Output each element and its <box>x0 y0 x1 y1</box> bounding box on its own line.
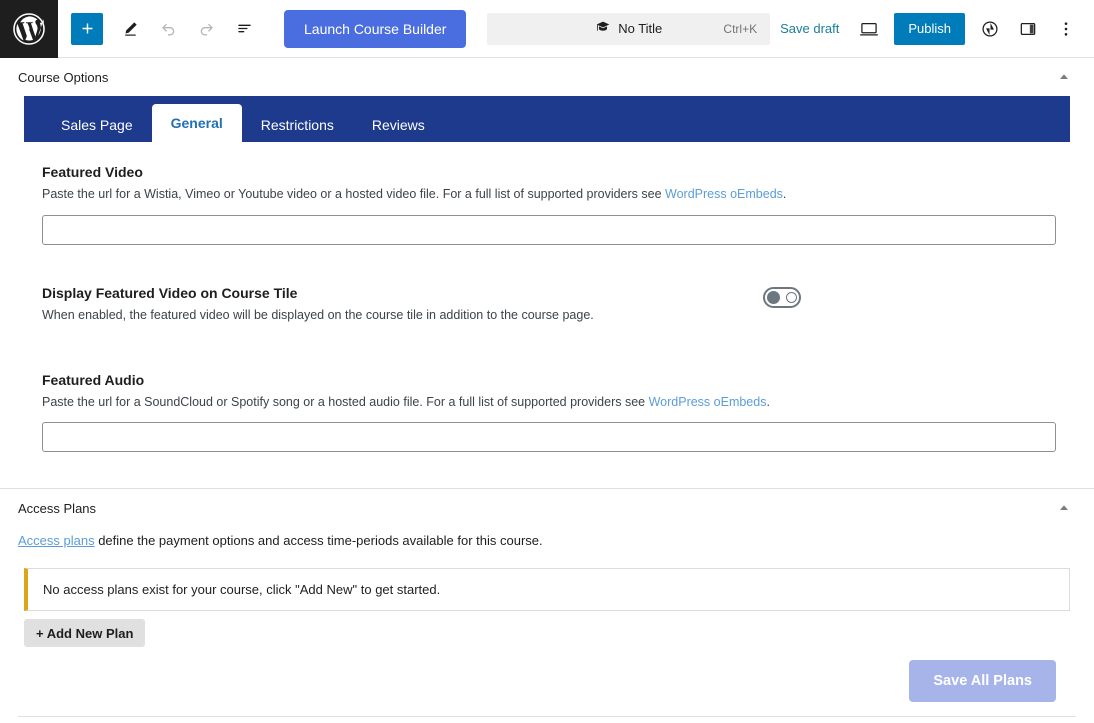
caret-up-icon[interactable] <box>1052 65 1076 89</box>
tab-general[interactable]: General <box>152 104 242 142</box>
bottom-divider <box>18 716 1076 717</box>
course-tabs: Sales Page General Restrictions Reviews <box>24 96 1070 142</box>
wordpress-oembeds-link-video[interactable]: WordPress oEmbeds <box>665 187 783 201</box>
command-bar-center: No Title <box>595 19 662 38</box>
editor-toolbar: Launch Course Builder No Title Ctrl+K Sa… <box>0 0 1094 58</box>
save-draft-link[interactable]: Save draft <box>770 21 849 36</box>
graduation-cap-icon <box>595 19 611 38</box>
display-featured-video-texts: Display Featured Video on Course Tile Wh… <box>42 285 763 336</box>
featured-audio-description: Paste the url for a SoundCloud or Spotif… <box>42 393 1056 412</box>
featured-video-desc-period: . <box>783 187 786 201</box>
featured-audio-desc-text: Paste the url for a SoundCloud or Spotif… <box>42 395 649 409</box>
featured-video-field: Featured Video Paste the url for a Wisti… <box>42 164 1056 245</box>
document-title-label: No Title <box>618 21 662 36</box>
featured-video-desc-text: Paste the url for a Wistia, Vimeo or You… <box>42 187 665 201</box>
access-plans-description: Access plans define the payment options … <box>18 533 1076 548</box>
no-access-plans-notice: No access plans exist for your course, c… <box>24 568 1070 611</box>
document-outline-icon[interactable] <box>226 11 262 47</box>
kebab-menu-icon[interactable] <box>1048 11 1084 47</box>
display-featured-video-row: Display Featured Video on Course Tile Wh… <box>42 285 1056 336</box>
command-palette-bar[interactable]: No Title Ctrl+K <box>487 13 770 45</box>
wordpress-logo[interactable] <box>0 0 58 58</box>
toolbar-right-group: Save draft Publish <box>770 0 1094 57</box>
access-plans-link[interactable]: Access plans <box>18 533 95 548</box>
featured-video-input[interactable] <box>42 215 1056 245</box>
caret-up-icon-access-plans[interactable] <box>1052 496 1076 520</box>
save-all-plans-button[interactable]: Save All Plans <box>909 660 1056 702</box>
featured-audio-label: Featured Audio <box>42 372 1056 388</box>
featured-audio-field: Featured Audio Paste the url for a Sound… <box>42 372 1056 453</box>
featured-audio-desc-period: . <box>766 395 769 409</box>
monitor-preview-icon[interactable] <box>851 11 887 47</box>
tab-sales-page[interactable]: Sales Page <box>42 108 152 142</box>
featured-video-label: Featured Video <box>42 164 1056 180</box>
redo-arrow-icon[interactable] <box>188 11 224 47</box>
course-options-title: Course Options <box>18 70 108 85</box>
course-options-panel: Course Options Sales Page General Restri… <box>0 58 1094 488</box>
publish-button[interactable]: Publish <box>894 13 965 45</box>
undo-arrow-icon[interactable] <box>150 11 186 47</box>
tab-reviews[interactable]: Reviews <box>353 108 444 142</box>
sidebar-panel-icon[interactable] <box>1010 11 1046 47</box>
display-featured-video-label: Display Featured Video on Course Tile <box>42 285 763 301</box>
featured-audio-input[interactable] <box>42 422 1056 452</box>
general-tab-content: Featured Video Paste the url for a Wisti… <box>0 142 1094 488</box>
save-plans-row: Save All Plans <box>18 647 1076 702</box>
launch-course-builder-button[interactable]: Launch Course Builder <box>284 10 466 48</box>
add-block-button[interactable] <box>71 13 103 45</box>
wordpress-oembeds-link-audio[interactable]: WordPress oEmbeds <box>649 395 767 409</box>
pencil-icon[interactable] <box>112 11 148 47</box>
add-new-plan-button[interactable]: + Add New Plan <box>24 619 145 647</box>
display-featured-video-toggle[interactable] <box>763 287 801 308</box>
course-options-header: Course Options <box>0 58 1094 96</box>
jetpack-globe-icon[interactable] <box>972 11 1008 47</box>
access-plans-title: Access Plans <box>18 501 96 516</box>
display-featured-video-description: When enabled, the featured video will be… <box>42 306 763 325</box>
course-tabs-wrapper: Sales Page General Restrictions Reviews <box>0 96 1094 142</box>
access-plans-panel: Access Plans Access plans define the pay… <box>0 489 1094 717</box>
access-plans-description-text: define the payment options and access ti… <box>95 533 543 548</box>
access-plans-header: Access Plans <box>0 489 1094 527</box>
toggle-off-indicator <box>786 292 797 303</box>
access-plans-content: Access plans define the payment options … <box>0 527 1094 717</box>
tab-restrictions[interactable]: Restrictions <box>242 108 353 142</box>
toolbar-left-group: Launch Course Builder <box>58 0 466 57</box>
command-bar-shortcut: Ctrl+K <box>723 22 757 36</box>
featured-video-description: Paste the url for a Wistia, Vimeo or You… <box>42 185 1056 204</box>
toggle-knob <box>767 291 780 304</box>
